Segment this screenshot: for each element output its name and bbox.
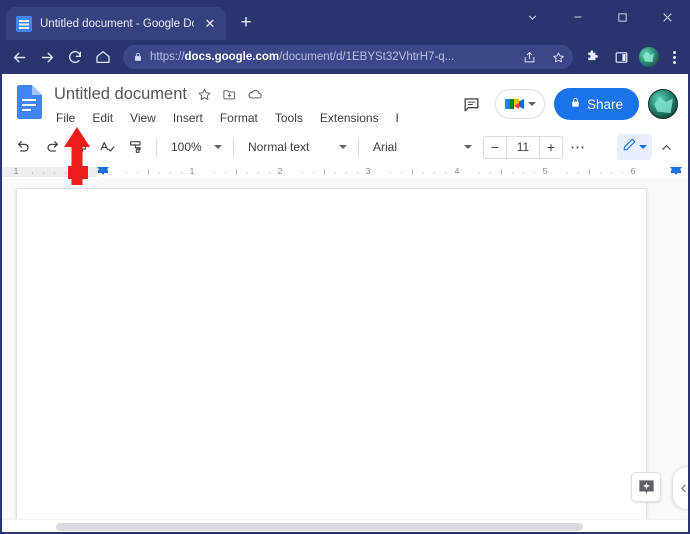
docs-menu-bar: File Edit View Insert Format Tools Exten… bbox=[54, 107, 458, 129]
share-icon[interactable] bbox=[518, 46, 540, 68]
window-controls bbox=[510, 0, 690, 34]
share-button[interactable]: Share bbox=[553, 88, 639, 120]
google-meet-icon bbox=[503, 96, 525, 112]
back-arrow-icon[interactable] bbox=[6, 44, 32, 70]
share-button-label: Share bbox=[586, 96, 623, 112]
navigation-bar: https://docs.google.com/document/d/1EBYS… bbox=[0, 40, 690, 74]
three-dot-menu-icon[interactable] bbox=[664, 46, 684, 68]
ruler-number: 2 bbox=[277, 166, 283, 176]
editing-mode-button[interactable] bbox=[617, 134, 652, 160]
side-panel-icon[interactable] bbox=[608, 44, 634, 70]
puzzle-piece-icon[interactable] bbox=[580, 44, 606, 70]
chevron-down-icon bbox=[464, 145, 472, 149]
comment-icon[interactable] bbox=[458, 90, 486, 118]
cloud-saved-icon[interactable] bbox=[247, 86, 263, 102]
annotation-arrow-shaft-overlay bbox=[68, 166, 88, 179]
toolbar-divider bbox=[358, 138, 359, 156]
undo-icon[interactable] bbox=[10, 134, 37, 160]
avatar bbox=[639, 47, 659, 67]
font-size-value[interactable]: 11 bbox=[506, 136, 540, 158]
account-avatar[interactable] bbox=[648, 89, 678, 119]
left-indent-marker[interactable] bbox=[97, 167, 109, 175]
minimize-icon[interactable] bbox=[555, 0, 600, 34]
document-canvas[interactable] bbox=[2, 180, 688, 532]
explore-star-icon[interactable] bbox=[631, 472, 661, 502]
ruler[interactable]: 1 1 2 3 4 5 6 bbox=[2, 164, 688, 180]
chevron-down-icon bbox=[339, 145, 347, 149]
ruler-number: 1 bbox=[13, 166, 19, 176]
address-bar[interactable]: https://docs.google.com/document/d/1EBYS… bbox=[123, 45, 573, 69]
zoom-dropdown[interactable]: 100% bbox=[164, 134, 226, 160]
docs-title-block: Untitled document File Edit View Insert … bbox=[54, 80, 458, 129]
bookmark-star-icon[interactable] bbox=[547, 46, 569, 68]
collapse-toolbar-chevron-up-icon[interactable] bbox=[653, 134, 680, 160]
paragraph-style-dropdown[interactable]: Normal text bbox=[241, 134, 351, 160]
docs-actions: Share bbox=[458, 80, 678, 120]
profile-avatar-icon[interactable] bbox=[636, 44, 662, 70]
document-title[interactable]: Untitled document bbox=[54, 85, 187, 104]
paragraph-style-value: Normal text bbox=[248, 140, 310, 154]
ruler-number: 1 bbox=[189, 166, 195, 176]
pencil-edit-icon bbox=[622, 137, 637, 157]
move-to-folder-icon[interactable] bbox=[222, 87, 237, 102]
close-icon[interactable] bbox=[645, 0, 690, 34]
docs-toolbar: 100% Normal text Arial − 11 + ⋯ bbox=[2, 130, 688, 164]
ruler-number: 6 bbox=[630, 166, 636, 176]
font-size-decrease-button[interactable]: − bbox=[484, 137, 506, 158]
font-size-increase-button[interactable]: + bbox=[540, 137, 562, 158]
chevron-down-icon bbox=[639, 145, 647, 149]
font-family-value: Arial bbox=[373, 140, 398, 154]
menu-item-help[interactable]: H bbox=[394, 110, 398, 126]
toolbar-divider bbox=[233, 138, 234, 156]
menu-item-extensions[interactable]: Extensions bbox=[318, 110, 381, 126]
maximize-icon[interactable] bbox=[600, 0, 645, 34]
lock-icon bbox=[570, 96, 581, 112]
redo-icon[interactable] bbox=[38, 134, 65, 160]
reload-icon[interactable] bbox=[62, 44, 88, 70]
forward-arrow-icon[interactable] bbox=[34, 44, 60, 70]
tab-title: Untitled document - Google Doc bbox=[40, 17, 194, 30]
more-options-icon[interactable]: ⋯ bbox=[564, 134, 591, 160]
menu-item-file[interactable]: File bbox=[54, 110, 77, 126]
new-tab-button[interactable]: + bbox=[232, 9, 260, 37]
right-indent-marker[interactable] bbox=[670, 167, 682, 175]
lock-icon bbox=[133, 51, 143, 63]
close-tab-icon[interactable]: ✕ bbox=[202, 16, 218, 32]
menu-item-view[interactable]: View bbox=[128, 110, 158, 126]
ruler-number: 3 bbox=[365, 166, 371, 176]
menu-item-format[interactable]: Format bbox=[218, 110, 260, 126]
page-viewport: Untitled document File Edit View Insert … bbox=[2, 74, 688, 532]
ruler-margin-right bbox=[2, 167, 10, 177]
tab-search-chevron-down-icon[interactable] bbox=[510, 0, 555, 34]
document-page[interactable] bbox=[16, 188, 647, 532]
google-docs-favicon bbox=[16, 15, 32, 32]
toolbar-divider bbox=[156, 138, 157, 156]
print-icon[interactable] bbox=[66, 134, 93, 160]
url-text: https://docs.google.com/document/d/1EBYS… bbox=[150, 51, 455, 63]
horizontal-scrollbar[interactable] bbox=[2, 519, 688, 532]
ruler-number: 5 bbox=[542, 166, 548, 176]
star-icon[interactable] bbox=[197, 87, 212, 102]
title-row: Untitled document bbox=[54, 82, 458, 106]
spellcheck-icon[interactable] bbox=[94, 134, 121, 160]
browser-window: Untitled document - Google Doc ✕ + https… bbox=[0, 0, 690, 534]
side-panel-toggle-chevron-left-icon[interactable] bbox=[672, 466, 688, 510]
google-meet-button[interactable] bbox=[494, 89, 545, 119]
font-family-dropdown[interactable]: Arial bbox=[366, 134, 476, 160]
chevron-down-icon bbox=[527, 102, 536, 106]
ruler-number: 4 bbox=[454, 166, 460, 176]
menu-item-edit[interactable]: Edit bbox=[90, 110, 115, 126]
scrollbar-thumb[interactable] bbox=[56, 523, 583, 531]
zoom-value: 100% bbox=[171, 140, 202, 154]
chevron-down-icon bbox=[214, 145, 222, 149]
tab-strip: Untitled document - Google Doc ✕ + bbox=[0, 0, 690, 40]
browser-tab[interactable]: Untitled document - Google Doc ✕ bbox=[6, 7, 226, 40]
home-icon[interactable] bbox=[90, 44, 116, 70]
google-docs-logo[interactable] bbox=[12, 80, 46, 124]
font-size-stepper[interactable]: − 11 + bbox=[483, 135, 563, 159]
docs-header: Untitled document File Edit View Insert … bbox=[2, 74, 688, 130]
menu-item-tools[interactable]: Tools bbox=[273, 110, 305, 126]
menu-item-insert[interactable]: Insert bbox=[171, 110, 205, 126]
paint-format-icon[interactable] bbox=[122, 134, 149, 160]
